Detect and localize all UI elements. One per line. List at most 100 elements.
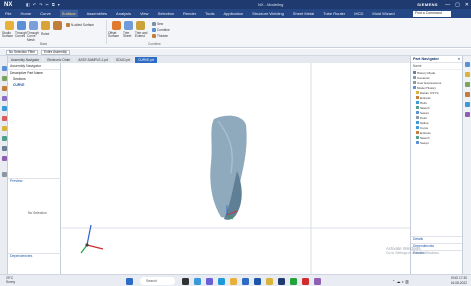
undo-icon[interactable]: ↶ [33,2,36,7]
menu-mold-wizard[interactable]: Mold Wizard [372,11,394,16]
command-search-input[interactable]: Find a Command [413,10,451,17]
reuse-library-icon[interactable] [1,96,7,101]
ruled-button[interactable] [41,21,50,30]
web-browser-icon[interactable] [465,102,470,107]
close-panel-icon[interactable]: × [458,57,460,61]
sketch-icon [416,136,419,139]
history-icon[interactable] [465,72,470,77]
photos-icon[interactable] [314,277,321,285]
menu-surface[interactable]: Surface [59,10,78,17]
palette-icon[interactable] [1,126,7,131]
constraint-navigator-icon[interactable] [1,76,7,81]
offset-surface-label: Offset Surface [108,31,119,39]
weather-widget[interactable]: 29°C Sunny [6,276,15,284]
roles-icon[interactable] [465,62,470,67]
menu-mcd[interactable]: MCD [354,11,363,16]
chrome-icon[interactable] [266,277,273,285]
menu-tube-router[interactable]: Tube Router [323,11,345,16]
minimize-button[interactable]: — [445,2,450,8]
expression-icon [413,81,416,84]
menu-render[interactable]: Render [183,11,196,16]
weather-desc: Sunny [6,280,16,284]
whatsapp-icon[interactable] [290,277,297,285]
more-dropdown-icon[interactable]: ▾ [58,2,60,7]
offset-surface-button[interactable] [112,21,121,30]
menu-selection[interactable]: Selection [158,11,174,16]
edge-browser-icon[interactable] [218,277,225,285]
tree-row-label: Sketch [420,105,430,110]
dependencies-section-header[interactable]: Dependencies [8,253,61,258]
part-navigator-icon[interactable] [1,86,7,91]
menu-sheet-metal[interactable]: Sheet Metal [293,11,314,16]
tree-row-label: Swept [420,110,429,115]
tree-row-label: Datum CSYS [420,90,439,95]
viewport-canvas[interactable] [61,63,410,274]
thicken-item[interactable]: Thicken [152,34,168,38]
menu-structure-welding[interactable]: Structure Welding [252,11,284,16]
redo-icon[interactable]: ↷ [39,2,42,7]
file-explorer-icon[interactable] [230,277,237,285]
quick-access-toolbar: ◧ ↶ ↷ ✂ ⧉ ▾ [22,2,60,7]
details-section-header[interactable]: Details [411,236,463,241]
menu-tools[interactable]: Tools [205,11,214,16]
menu-assemblies[interactable]: Assemblies [87,11,107,16]
history-icon[interactable] [1,106,7,111]
menu-application[interactable]: Application [224,11,244,16]
model-history-icon [413,86,416,89]
tree-row-label: User Expressions [417,80,442,85]
copy-icon[interactable]: ⧉ [52,2,55,7]
helix-icon [416,101,419,104]
palette-icon[interactable] [465,82,470,87]
graphics-window[interactable] [61,63,410,274]
trim-extend-button[interactable] [136,21,145,30]
process-studio-icon[interactable] [1,156,7,161]
store-icon[interactable] [242,277,249,285]
roles-icon[interactable] [1,136,7,141]
pdf-app-icon[interactable] [302,277,309,285]
web-browser-icon[interactable] [1,116,7,121]
clock-date: 16-08-2022 [450,280,467,285]
menu-home[interactable]: Home [20,11,31,16]
n-sided-surface-label: N-sided Surface [71,23,94,27]
taskbar-search-box[interactable]: Search [140,277,175,285]
chat-icon[interactable] [206,277,213,285]
save-icon[interactable]: ◧ [26,2,30,7]
mail-icon[interactable] [254,277,261,285]
n-sided-surface-button[interactable] [53,21,62,30]
close-button[interactable]: ✕ [465,2,469,8]
selection-scope-dropdown[interactable]: Entire Assembly [41,49,70,55]
widgets-icon[interactable] [194,277,201,285]
start-menu-icon[interactable] [126,277,133,285]
menu-file[interactable]: File [5,11,11,16]
through-curve-mesh-button[interactable] [29,21,38,30]
language-indicator: ENG [451,276,459,280]
combine-item[interactable]: Combine [152,28,170,32]
system-tray-icons[interactable]: ⌃ ☁ ◖ ▥ [392,279,409,284]
tree-row-feature[interactable]: Swept [411,140,462,145]
menu-analysis[interactable]: Analysis [116,11,131,16]
material-icon[interactable] [465,112,470,117]
n-sided-surface-item[interactable]: N-sided Surface [66,23,94,27]
through-curves-button[interactable] [17,21,26,30]
navigator-row-curve[interactable]: CURVE [8,82,60,88]
app-logo: NX [4,1,13,8]
sew-item[interactable]: Sew [152,22,163,26]
part-navigator-column-name: Name [411,63,462,70]
maximize-button[interactable]: ▢ [455,2,460,8]
task-view-icon[interactable] [182,277,189,285]
menu-view[interactable]: View [140,11,149,16]
system-materials-icon[interactable] [1,146,7,151]
settings-icon[interactable] [1,172,7,177]
trim-sheet-button[interactable] [124,21,133,30]
menu-curve[interactable]: Curve [40,11,51,16]
assembly-navigator-icon[interactable] [1,66,7,71]
part-navigator-title: Part Navigator [413,57,439,61]
selection-filter-dropdown[interactable]: No Selection Filter [6,49,39,55]
swept-body-shape [210,115,247,218]
reuse-library-icon[interactable] [465,92,470,97]
studio-surface-button[interactable] [5,21,14,30]
preview-section-header[interactable]: Preview [8,178,61,183]
cut-icon[interactable]: ✂ [46,2,49,7]
system-clock[interactable]: ENG 17:30 16-08-2022 [451,276,467,285]
nx-app-icon[interactable] [278,277,285,285]
